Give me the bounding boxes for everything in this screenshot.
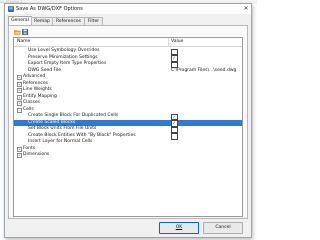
grid-header: Name Value — [14, 38, 242, 47]
column-header-value[interactable]: Value — [171, 38, 183, 46]
general-tab-panel: Name Value Use Level Symbology Overrides… — [8, 25, 248, 219]
column-header-name[interactable]: Name — [17, 38, 30, 46]
save-as-options-dialog: M Save As DWG/DXF Options ✕ General Rema… — [4, 3, 252, 238]
folder-open-icon[interactable] — [14, 29, 21, 35]
expand-icon[interactable]: + — [17, 88, 22, 94]
ok-button-label: OK — [175, 225, 183, 230]
property-name: Dimensions — [23, 152, 50, 157]
expand-icon[interactable]: + — [17, 81, 22, 87]
expand-icon[interactable]: + — [17, 146, 22, 152]
title-bar[interactable]: M Save As DWG/DXF Options ✕ — [5, 4, 251, 14]
app-icon: M — [8, 6, 14, 12]
ok-button[interactable]: OK — [159, 222, 199, 234]
save-icon[interactable] — [22, 29, 29, 35]
expand-icon[interactable]: + — [17, 94, 22, 100]
cancel-button[interactable]: Cancel — [203, 222, 243, 234]
expand-icon[interactable]: + — [17, 75, 22, 81]
window-title: Save As DWG/DXF Options — [16, 6, 83, 12]
column-divider[interactable] — [168, 38, 169, 46]
collapse-icon[interactable]: − — [17, 107, 22, 113]
options-grid[interactable]: Name Value Use Level Symbology Overrides… — [13, 37, 243, 217]
expand-icon[interactable]: + — [17, 101, 22, 107]
close-button[interactable]: ✕ — [241, 4, 251, 14]
expand-icon[interactable]: + — [17, 153, 22, 159]
grid-group-row[interactable]: + Dimensions — [14, 152, 242, 159]
